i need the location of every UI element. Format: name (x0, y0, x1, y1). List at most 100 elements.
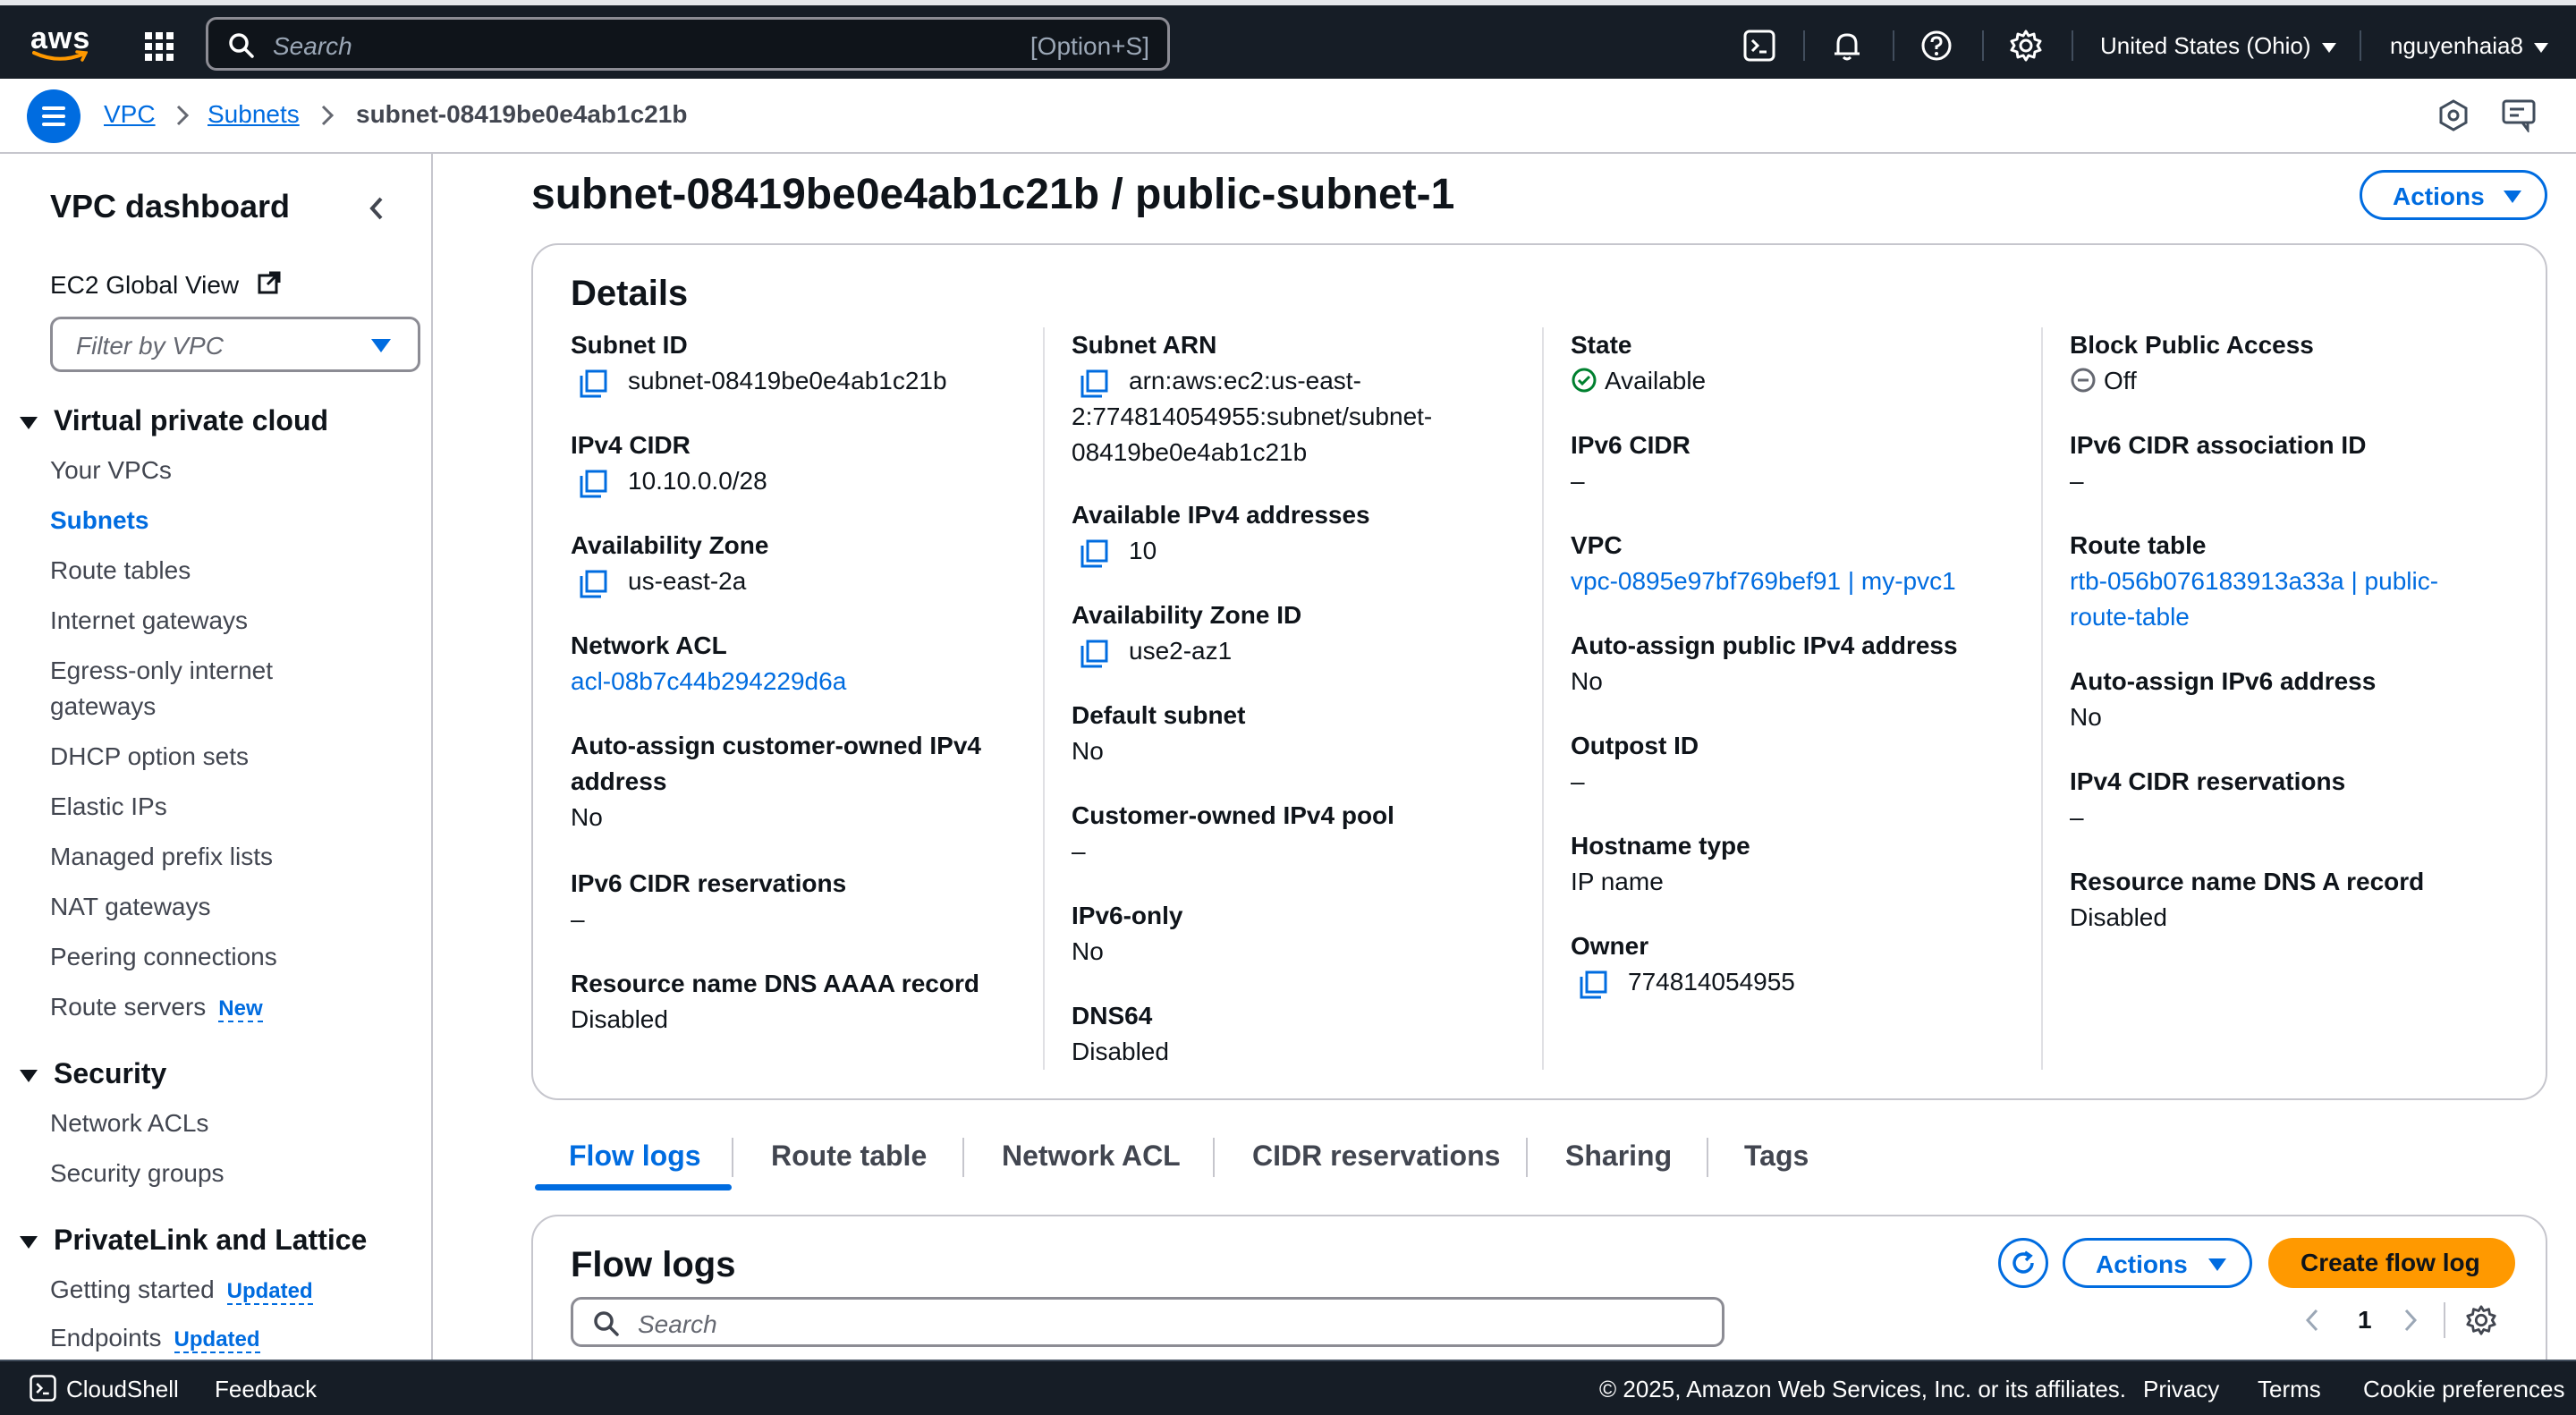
global-search-input[interactable]: Search [Option+S] (206, 17, 1170, 71)
route-table-link-line2[interactable]: route-table (2070, 599, 2535, 635)
cloudshell-link[interactable]: CloudShell (66, 1376, 179, 1403)
field-label: IPv4 CIDR (571, 431, 691, 459)
section-privatelink-lattice[interactable]: PrivateLink and Lattice (20, 1224, 367, 1257)
sidebar-item-managed-prefix-lists[interactable]: Managed prefix lists (50, 843, 273, 871)
sidebar-item-getting-started[interactable]: Getting started Updated (50, 1275, 313, 1305)
breadcrumb-current: subnet-08419be0e4ab1c21b (356, 100, 688, 128)
vpc-link[interactable]: vpc-0895e97bf769bef91 | my-pvc1 (1571, 563, 2036, 599)
copy-icon[interactable] (1079, 639, 1109, 669)
field-default-subnet: Default subnet No (1072, 698, 1537, 769)
sidebar-item-elastic-ips[interactable]: Elastic IPs (50, 792, 167, 821)
feedback-icon[interactable] (2501, 98, 2537, 132)
bell-icon[interactable] (1830, 29, 1864, 63)
copy-icon[interactable] (1079, 369, 1109, 399)
expand-triangle-icon (20, 1235, 38, 1249)
active-tab-indicator (535, 1184, 732, 1190)
gear-icon[interactable] (2465, 1304, 2497, 1336)
current-page[interactable]: 1 (2358, 1306, 2372, 1335)
sidebar-item-nat-gateways[interactable]: NAT gateways (50, 893, 210, 921)
copy-icon[interactable] (578, 469, 608, 499)
sidebar-item-security-groups[interactable]: Security groups (50, 1159, 225, 1188)
sidebar-item-your-vpcs[interactable]: Your VPCs (50, 456, 172, 485)
field-ipv6-association-id: IPv6 CIDR association ID – (2070, 428, 2535, 499)
network-acl-link[interactable]: acl-08b7c44b294229d6a (571, 664, 1036, 699)
cookie-preferences-link[interactable]: Cookie preferences (2363, 1376, 2564, 1403)
gear-icon[interactable] (2009, 29, 2043, 63)
cloudshell-icon[interactable] (1742, 29, 1776, 63)
field-label: Block Public Access (2070, 331, 2314, 359)
arn-value-line2: 2:774814054955:subnet/subnet- (1072, 402, 1433, 430)
field-ipv4-cidr-reservations: IPv4 CIDR reservations – (2070, 764, 2535, 835)
privacy-link[interactable]: Privacy (2143, 1376, 2219, 1403)
actions-button[interactable]: Actions (2360, 170, 2547, 220)
sidebar-item-route-servers[interactable]: Route servers New (50, 993, 263, 1022)
updated-badge: Updated (174, 1327, 260, 1353)
shield-hex-icon[interactable] (2436, 98, 2470, 132)
tab-network-acl[interactable]: Network ACL (1002, 1140, 1181, 1173)
sidebar-item-egress-only-gateways[interactable]: Egress-only internet (50, 657, 273, 685)
sidebar-item-internet-gateways[interactable]: Internet gateways (50, 606, 248, 635)
sidebar-item-peering-connections[interactable]: Peering connections (50, 943, 277, 971)
chevron-right-icon[interactable] (2401, 1306, 2420, 1335)
field-dns-a-record: Resource name DNS A record Disabled (2070, 864, 2535, 936)
sidebar-item-ec2-global-view[interactable]: EC2 Global View (50, 270, 282, 300)
sidebar-item-network-acls[interactable]: Network ACLs (50, 1109, 208, 1138)
field-label: Customer-owned IPv4 pool (1072, 801, 1394, 829)
field-label: IPv4 CIDR reservations (2070, 767, 2346, 795)
sidebar-item-endpoints[interactable]: Endpoints Updated (50, 1324, 260, 1353)
feedback-link[interactable]: Feedback (215, 1376, 317, 1403)
section-virtual-private-cloud[interactable]: Virtual private cloud (20, 404, 328, 437)
details-title: Details (571, 274, 689, 313)
sidebar-title[interactable]: VPC dashboard (50, 188, 290, 225)
sidebar-item-dhcp-option-sets[interactable]: DHCP option sets (50, 742, 249, 771)
actions-label: Actions (2393, 182, 2485, 210)
chevron-left-icon[interactable] (2302, 1306, 2322, 1335)
breadcrumb-vpc[interactable]: VPC (104, 100, 156, 129)
section-security[interactable]: Security (20, 1057, 166, 1090)
collapse-sidebar-icon[interactable] (365, 193, 388, 224)
field-hostname-type: Hostname type IP name (1571, 828, 2036, 900)
copy-icon[interactable] (578, 369, 608, 399)
caret-down-icon (2321, 42, 2336, 53)
field-label: VPC (1571, 531, 1623, 559)
search-placeholder: Search (638, 1310, 717, 1338)
services-grid-icon[interactable] (143, 30, 175, 63)
breadcrumb-subnets[interactable]: Subnets (208, 100, 300, 129)
field-value: 774814054955 (1571, 964, 2036, 1000)
route-table-link[interactable]: rtb-056b076183913a33a | public- (2070, 563, 2535, 599)
account-menu[interactable]: nguyenhaia8 (2390, 32, 2548, 60)
new-badge: New (218, 996, 263, 1022)
field-value: Off (2070, 363, 2535, 399)
copy-icon[interactable] (1079, 538, 1109, 569)
flow-logs-search-input[interactable]: Search (571, 1297, 1724, 1347)
sidebar-item-label: EC2 Global View (50, 271, 240, 299)
flow-logs-actions-button[interactable]: Actions (2063, 1238, 2252, 1288)
tab-tags[interactable]: Tags (1744, 1140, 1809, 1173)
field-available-ipv4: Available IPv4 addresses 10 (1072, 497, 1537, 569)
create-flow-log-button[interactable]: Create flow log (2268, 1238, 2515, 1288)
field-label-line2: address (571, 767, 667, 795)
tab-flow-logs[interactable]: Flow logs (569, 1140, 701, 1173)
copy-icon[interactable] (1578, 970, 1608, 1000)
tab-cidr-reservations[interactable]: CIDR reservations (1252, 1140, 1500, 1173)
menu-toggle-button[interactable] (27, 89, 80, 143)
column-divider (1043, 327, 1045, 1070)
copy-icon[interactable] (578, 569, 608, 599)
tab-route-table[interactable]: Route table (771, 1140, 927, 1173)
cloudshell-icon[interactable] (29, 1374, 57, 1402)
aws-logo[interactable]: aws (29, 21, 91, 64)
sidebar-item-egress-only-gateways-line2[interactable]: gateways (50, 692, 156, 721)
field-subnet-id: Subnet ID subnet-08419be0e4ab1c21b (571, 327, 1036, 399)
terms-link[interactable]: Terms (2258, 1376, 2321, 1403)
field-ipv4-cidr: IPv4 CIDR 10.10.0.0/28 (571, 428, 1036, 499)
field-label: Available IPv4 addresses (1072, 501, 1370, 529)
sidebar-item-subnets[interactable]: Subnets (50, 506, 148, 535)
region-selector[interactable]: United States (Ohio) (2100, 32, 2336, 60)
help-icon[interactable] (1919, 29, 1953, 63)
sidebar-item-route-tables[interactable]: Route tables (50, 556, 191, 585)
search-shortcut: [Option+S] (1030, 32, 1149, 60)
tab-sharing[interactable]: Sharing (1565, 1140, 1672, 1173)
field-ipv6-only: IPv6-only No (1072, 898, 1537, 970)
refresh-button[interactable] (1998, 1238, 2048, 1288)
filter-by-vpc-select[interactable]: Filter by VPC (50, 317, 420, 372)
